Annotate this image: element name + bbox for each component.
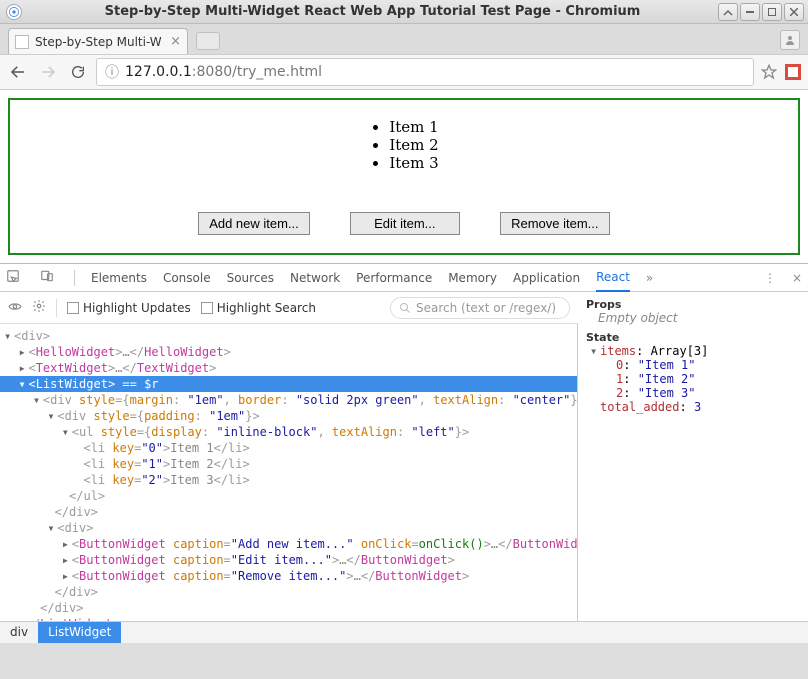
edit-item-button[interactable]: Edit item... [350,212,460,235]
list-item: Item 2 [389,136,438,154]
devtools-panel: Elements Console Sources Network Perform… [0,263,808,643]
inspect-icon[interactable] [6,269,20,286]
tabs-overflow-icon[interactable]: » [646,271,653,285]
url-bar[interactable]: ⓘ 127.0.0.1:8080/try_me.html [96,58,754,86]
tab-react[interactable]: React [596,270,630,292]
tab-application[interactable]: Application [513,271,580,285]
tab-sources[interactable]: Sources [227,271,274,285]
tab-network[interactable]: Network [290,271,340,285]
react-search-input[interactable]: Search (text or /regex/) [390,297,570,319]
window-restore-button[interactable] [740,3,760,21]
tab-elements[interactable]: Elements [91,271,147,285]
highlight-search-checkbox[interactable]: Highlight Search [201,301,316,315]
button-row: Add new item... Edit item... Remove item… [20,212,788,235]
window-minimize-button[interactable] [718,3,738,21]
list-item: Item 3 [389,154,438,172]
tab-title: Step-by-Step Multi-W [35,35,164,49]
react-component-tree[interactable]: ▾<div> ▸<HelloWidget>…</HelloWidget> ▸<T… [0,324,578,621]
page-content: Item 1 Item 2 Item 3 Add new item... Edi… [0,90,808,263]
back-button[interactable] [6,60,30,84]
window-maximize-button[interactable] [762,3,782,21]
toolbar: ⓘ 127.0.0.1:8080/try_me.html [0,54,808,90]
forward-button[interactable] [36,60,60,84]
window-close-button[interactable] [784,3,804,21]
state-item-2[interactable]: 2: "Item 3" [586,386,800,400]
selected-node: ▾<ListWidget> == $r [0,376,577,392]
devtools-menu-icon[interactable]: ⋮ [764,271,776,285]
crumb-listwidget[interactable]: ListWidget [38,622,121,643]
list-item: Item 1 [389,118,438,136]
bookmark-icon[interactable] [760,63,778,81]
devtools-close-icon[interactable]: × [792,271,802,285]
new-tab-button[interactable] [196,32,220,50]
url-path: /try_me.html [232,64,322,80]
tab-performance[interactable]: Performance [356,271,432,285]
search-icon [399,302,411,314]
extension-icon[interactable] [784,63,802,81]
list-widget: Item 1 Item 2 Item 3 Add new item... Edi… [8,98,800,255]
crumb-div[interactable]: div [0,622,38,643]
window-titlebar: Step-by-Step Multi-Widget React Web App … [0,0,808,24]
state-items-row[interactable]: ▾items: Array[3] [586,344,800,358]
chromium-icon [6,4,22,20]
page-icon [15,35,29,49]
browser-tabstrip: Step-by-Step Multi-W × [0,24,808,54]
state-header: State [586,331,800,344]
gear-icon[interactable] [32,299,46,316]
state-item-1[interactable]: 1: "Item 2" [586,372,800,386]
add-item-button[interactable]: Add new item... [198,212,310,235]
profile-icon[interactable] [780,30,800,50]
state-item-0[interactable]: 0: "Item 1" [586,358,800,372]
eye-icon[interactable] [8,299,22,316]
tab-console[interactable]: Console [163,271,211,285]
window-title: Step-by-Step Multi-Widget React Web App … [28,4,717,19]
url-port: :8080 [192,64,232,80]
highlight-updates-checkbox[interactable]: Highlight Updates [67,301,191,315]
props-empty: Empty object [586,311,800,325]
browser-tab[interactable]: Step-by-Step Multi-W × [8,28,188,54]
props-header: Props [586,298,800,311]
tab-memory[interactable]: Memory [448,271,497,285]
remove-item-button[interactable]: Remove item... [500,212,610,235]
react-side-panel: Props Empty object State ▾items: Array[3… [578,292,808,621]
reload-button[interactable] [66,60,90,84]
site-info-icon[interactable]: ⓘ [105,62,119,82]
item-list: Item 1 Item 2 Item 3 [369,118,438,172]
tab-close-icon[interactable]: × [170,34,181,49]
devtools-tabs: Elements Console Sources Network Perform… [0,264,808,292]
state-total-added[interactable]: total_added: 3 [586,400,800,414]
react-toolbar: Highlight Updates Highlight Search Searc… [0,292,578,324]
url-host: 127.0.0.1 [125,64,192,80]
react-breadcrumbs: div ListWidget [0,621,808,643]
device-toggle-icon[interactable] [40,269,54,286]
